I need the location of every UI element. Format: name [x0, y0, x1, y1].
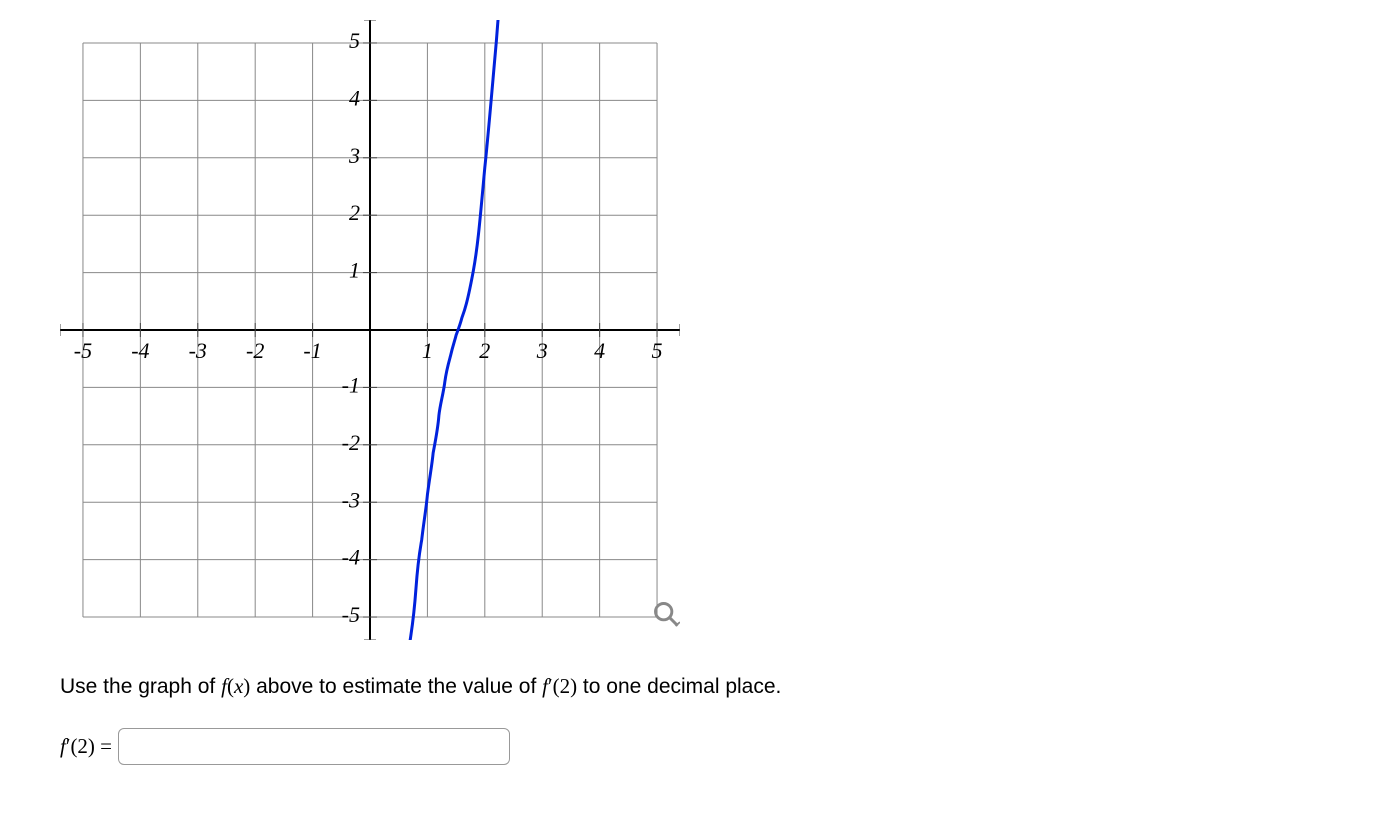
y-tick-labels: -5 -4 -3 -2 -1 1 2 3 4 5	[342, 28, 360, 627]
y-tick-label: -3	[342, 487, 360, 512]
x-tick-label: -1	[303, 338, 321, 363]
question-prompt: Use the graph of f(x) above to estimate …	[60, 670, 1334, 704]
x-tick-label: -2	[246, 338, 264, 363]
x-tick-label: -5	[74, 338, 92, 363]
x-tick-labels: -5 -4 -3 -2 -1 1 2 3 4 5	[74, 338, 663, 363]
y-tick-label: -1	[342, 372, 360, 397]
y-tick-label: 3	[348, 143, 360, 168]
y-tick-label: -2	[342, 430, 360, 455]
y-tick-label: -4	[342, 545, 360, 570]
x-tick-label: 2	[479, 338, 490, 363]
y-tick-label: 5	[349, 28, 360, 53]
answer-label: f′(2) =	[60, 734, 112, 759]
x-tick-label: 4	[594, 338, 605, 363]
prompt-text: to one decimal place.	[583, 675, 781, 698]
y-tick-label: 4	[349, 85, 360, 110]
y-tick-label: 1	[349, 258, 360, 283]
prompt-text: Use the graph of	[60, 675, 221, 698]
answer-input[interactable]	[118, 728, 510, 765]
x-tick-label: -3	[189, 338, 207, 363]
axes	[60, 20, 680, 640]
x-tick-label: 3	[536, 338, 548, 363]
x-tick-label: 1	[422, 338, 433, 363]
answer-row: f′(2) =	[60, 728, 1334, 765]
function-plot: -5 -4 -3 -2 -1 1 2 3 4 5 -5 -4 -3 -2 -1 …	[60, 20, 680, 640]
y-tick-label: -5	[342, 602, 360, 627]
y-tick-label: 2	[349, 200, 360, 225]
zoom-icon[interactable]	[652, 600, 680, 628]
chart-container: -5 -4 -3 -2 -1 1 2 3 4 5 -5 -4 -3 -2 -1 …	[60, 20, 680, 640]
prompt-text: above to estimate the value of	[256, 675, 542, 698]
x-tick-label: -4	[131, 338, 149, 363]
x-tick-label: 5	[652, 338, 663, 363]
